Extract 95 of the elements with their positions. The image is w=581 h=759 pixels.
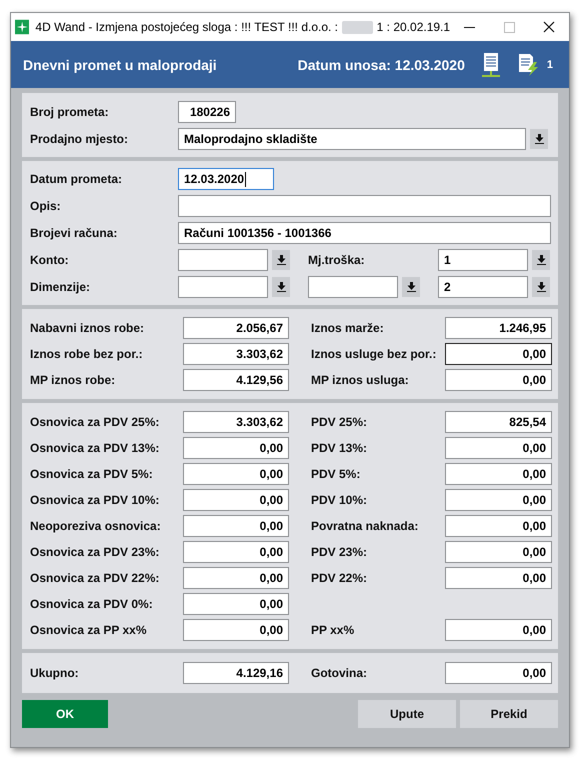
- field-label: Gotovina:: [311, 666, 368, 680]
- input-field[interactable]: 0,00: [445, 437, 552, 459]
- input-field[interactable]: 0,00: [183, 463, 289, 485]
- minimize-icon[interactable]: [464, 26, 476, 28]
- input-field[interactable]: 0,00: [183, 567, 289, 589]
- redacted-text-block: [342, 20, 373, 34]
- window-title: 4D Wand - Izmjena postojećeg sloga : !!! TEST !!! d.o.o. :: [35, 20, 338, 34]
- dropdown-button[interactable]: [402, 277, 420, 297]
- field-label: Opis:: [30, 199, 62, 213]
- field-label: Datum prometa:: [30, 172, 124, 186]
- field-label: PDV 10%:: [311, 493, 368, 507]
- dropdown-button[interactable]: [530, 129, 548, 149]
- input-field[interactable]: 0,00: [183, 489, 289, 511]
- download-arrow-icon: [534, 134, 544, 144]
- input-field[interactable]: 0,00: [183, 437, 289, 459]
- field-label: Osnovica za PDV 0%:: [30, 597, 154, 611]
- input-field[interactable]: 2.056,67: [183, 317, 289, 339]
- dropdown-button[interactable]: [532, 277, 550, 297]
- input-field[interactable]: 1.246,95: [445, 317, 552, 339]
- input-field[interactable]: 0,00: [183, 619, 289, 641]
- field-label: PDV 23%:: [311, 545, 368, 559]
- input-field[interactable]: 4.129,56: [183, 369, 289, 391]
- input-field[interactable]: 1: [438, 249, 528, 271]
- field-label: Osnovica za PDV 22%:: [30, 571, 160, 585]
- text-cursor: [245, 172, 246, 186]
- field-label: Iznos marže:: [311, 321, 385, 335]
- action-button[interactable]: Upute: [358, 700, 456, 728]
- field-label: Osnovica za PDV 25%:: [30, 415, 160, 429]
- input-field[interactable]: 0,00: [183, 593, 289, 615]
- field-label: Broj prometa:: [30, 105, 110, 119]
- input-field[interactable]: 0,00: [445, 619, 552, 641]
- action-button[interactable]: Prekid: [460, 700, 558, 728]
- input-field[interactable]: Računi 1001356 - 1001366: [178, 222, 551, 244]
- field-label: Iznos robe bez por.:: [30, 347, 144, 361]
- input-field[interactable]: 0,00: [445, 541, 552, 563]
- input-field[interactable]: 2: [438, 276, 528, 298]
- input-field[interactable]: 0,00: [445, 343, 552, 365]
- field-label: Neoporeziva osnovica:: [30, 519, 162, 533]
- field-label: Brojevi računa:: [30, 226, 118, 240]
- input-field[interactable]: 0,00: [445, 489, 552, 511]
- version-text: 1 : 20.02.19.1: [376, 20, 450, 34]
- dropdown-button[interactable]: [532, 250, 550, 270]
- field-label: PP xx%: [311, 623, 356, 637]
- field-label: Osnovica za PDV 23%:: [30, 545, 160, 559]
- date-field[interactable]: 12.03.2020: [178, 168, 274, 190]
- field-label: Mj.troška:: [308, 253, 366, 267]
- field-label: Osnovica za PDV 5%:: [30, 467, 154, 481]
- input-field[interactable]: 0,00: [183, 541, 289, 563]
- field-label: Konto:: [30, 253, 70, 267]
- input-field[interactable]: 3.303,62: [183, 343, 289, 365]
- download-arrow-icon: [406, 282, 416, 292]
- field-label: PDV 13%:: [311, 441, 368, 455]
- field-label: MP iznos usluga:: [311, 373, 410, 387]
- document-lightning-icon[interactable]: [516, 52, 541, 76]
- field-label: Prodajno mjesto:: [30, 132, 130, 146]
- input-field[interactable]: 825,54: [445, 411, 552, 433]
- field-label: Povratna naknada:: [311, 519, 420, 533]
- document-stand-icon[interactable]: [480, 52, 501, 78]
- input-field[interactable]: 180226: [178, 101, 236, 123]
- input-field[interactable]: 0,00: [445, 463, 552, 485]
- field-label: Nabavni iznos robe:: [30, 321, 146, 335]
- download-arrow-icon: [276, 255, 286, 265]
- input-field[interactable]: 0,00: [445, 369, 552, 391]
- close-icon[interactable]: [543, 21, 556, 33]
- field-label: PDV 25%:: [311, 415, 368, 429]
- input-field[interactable]: [178, 195, 551, 217]
- input-field[interactable]: 0,00: [445, 567, 552, 589]
- download-arrow-icon: [276, 282, 286, 292]
- field-label: Osnovica za PDV 10%:: [30, 493, 160, 507]
- form-title: Dnevni promet u maloprodaji: [23, 56, 218, 72]
- dropdown-button[interactable]: [272, 277, 290, 297]
- field-label: MP iznos robe:: [30, 373, 116, 387]
- field-label: Iznos usluge bez por.:: [311, 347, 438, 361]
- download-arrow-icon: [536, 255, 546, 265]
- field-label: PDV 5%:: [311, 467, 362, 481]
- download-arrow-icon: [536, 282, 546, 292]
- input-field[interactable]: 0,00: [183, 515, 289, 537]
- entry-date: Datum unosa: 12.03.2020: [298, 56, 465, 72]
- input-field[interactable]: [178, 249, 268, 271]
- field-label: Ukupno:: [30, 666, 80, 680]
- input-field[interactable]: 0,00: [445, 515, 552, 537]
- field-label: PDV 22%:: [311, 571, 368, 585]
- field-label: Osnovica za PP xx%: [30, 623, 148, 637]
- input-field[interactable]: 0,00: [445, 662, 552, 684]
- dropdown-button[interactable]: [272, 250, 290, 270]
- field-label: Osnovica za PDV 13%:: [30, 441, 160, 455]
- field-label: Dimenzije:: [30, 280, 92, 294]
- input-field[interactable]: 3.303,62: [183, 411, 289, 433]
- input-field[interactable]: 4.129,16: [183, 662, 289, 684]
- confirm-button[interactable]: OK: [22, 700, 108, 728]
- count-label: 1: [546, 58, 553, 70]
- app-logo-icon: [15, 19, 30, 35]
- input-field[interactable]: Maloprodajno skladište: [178, 128, 526, 150]
- input-field[interactable]: [178, 276, 268, 298]
- input-field[interactable]: [308, 276, 398, 298]
